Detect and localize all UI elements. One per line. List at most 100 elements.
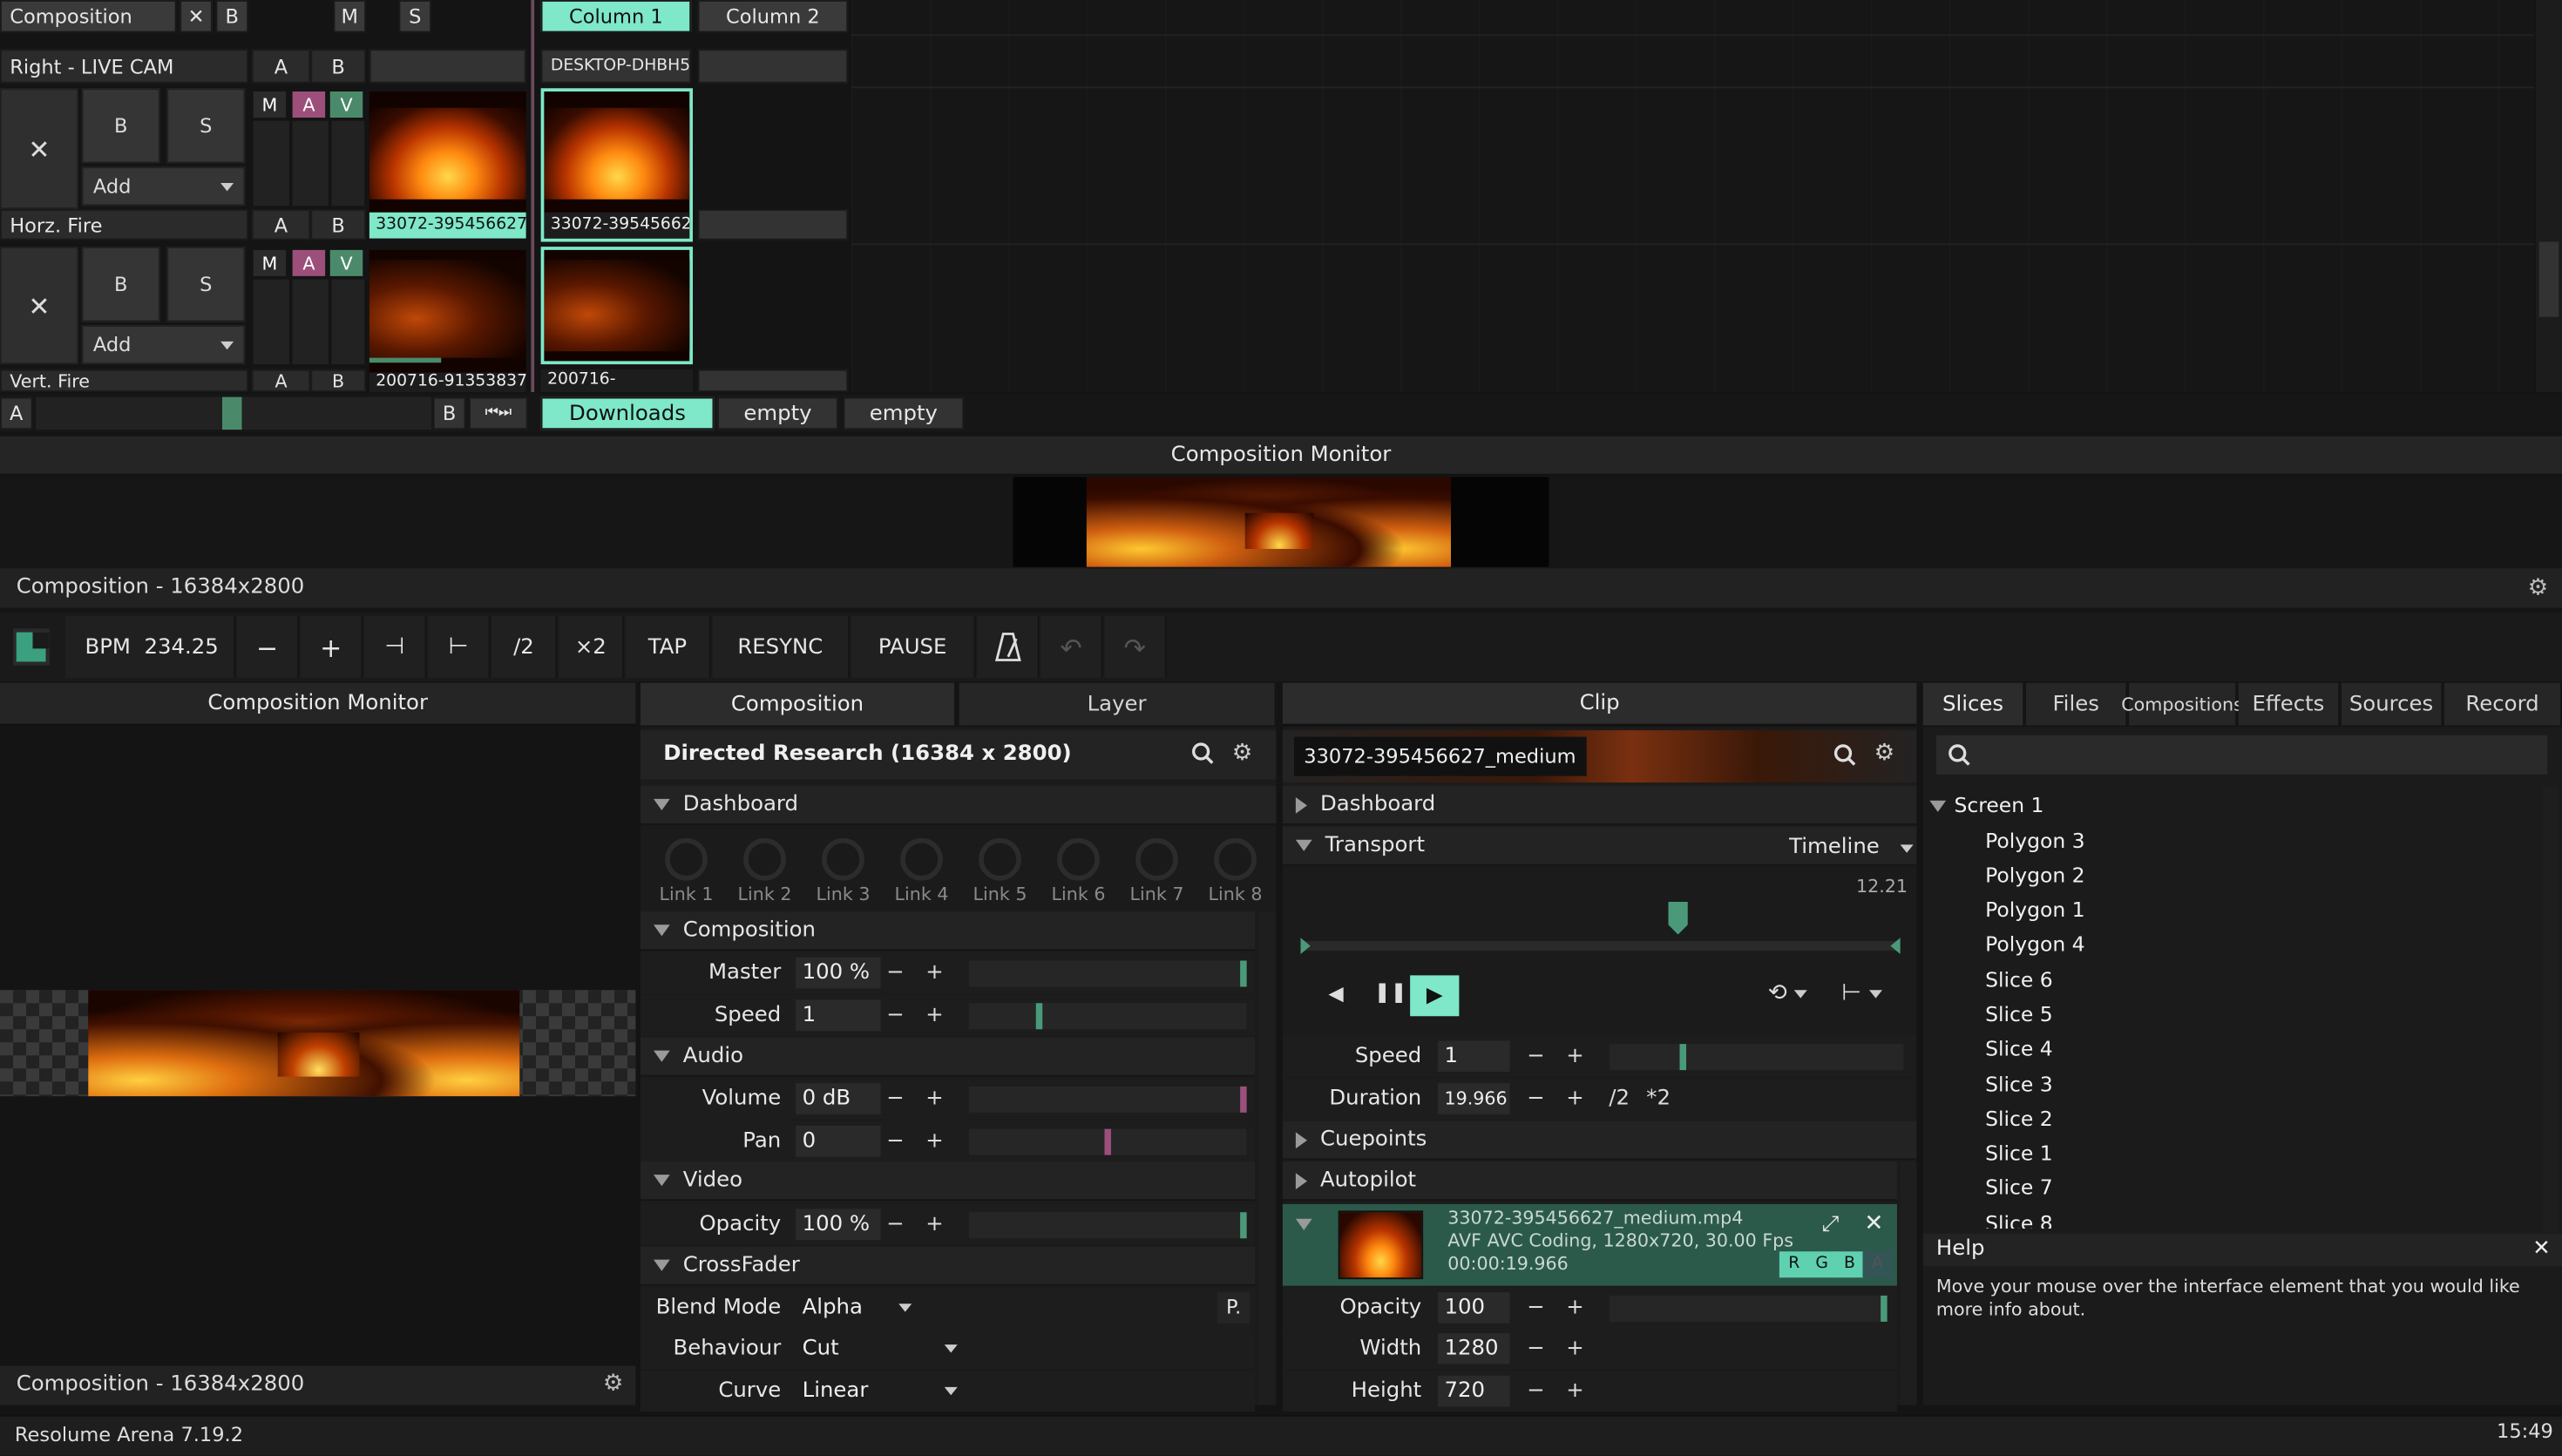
pause-icon[interactable]: ❚❚ bbox=[1374, 980, 1407, 1003]
tree-item[interactable]: Slice 4 bbox=[1985, 1031, 2053, 1065]
slider-handle[interactable] bbox=[1240, 1212, 1247, 1239]
timeline-dropdown[interactable]: Timeline bbox=[1789, 835, 1914, 859]
opacity-slider[interactable] bbox=[968, 1212, 1247, 1239]
plus-button[interactable]: + bbox=[1563, 1333, 1586, 1365]
mute-button[interactable]: M bbox=[333, 0, 366, 33]
minus-button[interactable]: − bbox=[1524, 1292, 1547, 1324]
tempo-indicator[interactable] bbox=[13, 628, 50, 666]
pan-slider[interactable] bbox=[968, 1128, 1247, 1155]
volume-slider[interactable] bbox=[968, 1086, 1247, 1113]
layer-b-button[interactable]: B bbox=[310, 209, 366, 240]
expand-icon[interactable]: ⤢ bbox=[1822, 1212, 1840, 1236]
master-value[interactable]: 100 % bbox=[796, 957, 881, 989]
bpm-value[interactable]: 234.25 bbox=[144, 634, 218, 659]
slider-handle[interactable] bbox=[1034, 1003, 1042, 1030]
composition-label[interactable]: Composition bbox=[0, 0, 177, 33]
slider-handle[interactable] bbox=[1679, 1044, 1686, 1071]
layer-m-button[interactable]: M bbox=[253, 249, 287, 276]
crossfader-handle[interactable] bbox=[222, 396, 242, 430]
gear-icon[interactable]: ⚙ bbox=[603, 1371, 624, 1397]
clip-thumb-horz-2-active[interactable]: 33072-395456627... bbox=[540, 88, 693, 242]
undo-icon[interactable]: ↶ bbox=[1040, 615, 1103, 679]
section-dashboard[interactable]: Dashboard bbox=[640, 785, 1277, 825]
layer-a-button[interactable]: A bbox=[251, 369, 311, 392]
section-video[interactable]: Video bbox=[640, 1161, 1255, 1202]
layer-bypass-button[interactable]: B bbox=[81, 247, 160, 322]
channel-g-button[interactable]: G bbox=[1806, 1251, 1837, 1278]
clip-opacity-value[interactable]: 100 % bbox=[1438, 1292, 1510, 1351]
layer-audio-button[interactable]: A bbox=[292, 91, 326, 118]
timeline-track[interactable] bbox=[1304, 941, 1899, 951]
minus-button[interactable]: − bbox=[884, 1209, 906, 1241]
minus-button[interactable]: − bbox=[884, 1126, 906, 1157]
blend-mode-dropdown[interactable]: Alpha bbox=[796, 1292, 913, 1324]
bpm-plus-button[interactable]: + bbox=[301, 615, 363, 679]
deck-nav-icons[interactable]: ⏮⏭ bbox=[469, 396, 528, 430]
redo-icon[interactable]: ↷ bbox=[1104, 615, 1167, 679]
composition-scrollbar[interactable] bbox=[1257, 911, 1277, 1405]
grid-scrollbar[interactable] bbox=[2536, 0, 2562, 392]
close-icon[interactable]: ✕ bbox=[180, 0, 213, 33]
minus-button[interactable]: − bbox=[1524, 1083, 1547, 1114]
channel-a-button[interactable]: A bbox=[1862, 1251, 1893, 1278]
duration-half-button[interactable]: /2 bbox=[1603, 1083, 1636, 1114]
add-effect-dropdown[interactable]: Add bbox=[81, 166, 246, 207]
tree-item[interactable]: Slice 1 bbox=[1985, 1135, 2053, 1169]
bpm-field[interactable]: BPM 234.25 bbox=[65, 615, 235, 679]
slider-handle[interactable] bbox=[1881, 1295, 1888, 1322]
gear-icon[interactable]: ⚙ bbox=[2528, 575, 2549, 601]
resync-button[interactable]: RESYNC bbox=[712, 615, 850, 679]
tab-record[interactable]: Record bbox=[2444, 682, 2562, 726]
close-icon[interactable]: ✕ bbox=[2532, 1236, 2550, 1261]
plus-button[interactable]: + bbox=[1563, 1376, 1586, 1407]
plus-button[interactable]: + bbox=[1563, 1292, 1586, 1324]
layer-video-button[interactable]: V bbox=[329, 91, 363, 118]
tree-item[interactable]: Slice 2 bbox=[1985, 1101, 2053, 1135]
clip-slot-empty[interactable] bbox=[369, 49, 526, 84]
layer-solo-button[interactable]: S bbox=[166, 88, 246, 164]
section-audio[interactable]: Audio bbox=[640, 1037, 1255, 1077]
bpm-half-button[interactable]: /2 bbox=[491, 615, 558, 679]
clear-layer-button[interactable]: ✕ bbox=[0, 247, 78, 365]
height-value[interactable]: 720 bbox=[1438, 1375, 1510, 1407]
clip-thumb-vert-2-active[interactable] bbox=[540, 247, 693, 365]
slider-handle[interactable] bbox=[1240, 1086, 1247, 1113]
tab-sources[interactable]: Sources bbox=[2341, 682, 2443, 726]
section-clip-dashboard[interactable]: Dashboard bbox=[1282, 785, 1917, 825]
pause-button[interactable]: PAUSE bbox=[851, 615, 976, 679]
minus-button[interactable]: − bbox=[884, 1000, 906, 1032]
bpm-minus-button[interactable]: − bbox=[236, 615, 300, 679]
minus-button[interactable]: − bbox=[884, 958, 906, 989]
minus-button[interactable]: − bbox=[1524, 1040, 1547, 1072]
solo-button[interactable]: S bbox=[398, 0, 431, 33]
clip-slot-empty[interactable] bbox=[697, 369, 849, 392]
play-forward-icon[interactable]: ▶ bbox=[1410, 975, 1460, 1017]
crossfader-track[interactable] bbox=[36, 396, 431, 430]
link-knob[interactable] bbox=[1057, 837, 1100, 881]
metronome-icon[interactable] bbox=[977, 615, 1040, 679]
plus-button[interactable]: + bbox=[923, 1000, 946, 1032]
clear-layer-button[interactable]: ✕ bbox=[0, 88, 78, 209]
pan-value[interactable]: 0 bbox=[796, 1125, 881, 1157]
grid-scroll-thumb[interactable] bbox=[2538, 241, 2559, 317]
file-source[interactable]: 33072-395456627_medium.mp4 AVF AVC Codin… bbox=[1282, 1203, 1897, 1286]
section-autopilot[interactable]: Autopilot bbox=[1282, 1161, 1897, 1202]
clip-thumb-horz-1[interactable]: 33072-395456627_... bbox=[369, 91, 526, 239]
tab-files[interactable]: Files bbox=[2026, 682, 2128, 726]
loop-mode-icon[interactable]: ⟲ bbox=[1768, 980, 1808, 1006]
layer-name-horz-fire[interactable]: Horz. Fire bbox=[0, 209, 248, 240]
plus-button[interactable]: + bbox=[1563, 1083, 1586, 1114]
minus-button[interactable]: − bbox=[1524, 1376, 1547, 1407]
minus-button[interactable]: − bbox=[1524, 1333, 1547, 1365]
section-composition[interactable]: Composition bbox=[640, 911, 1255, 951]
tree-item[interactable]: Polygon 2 bbox=[1985, 857, 2084, 891]
tree-item[interactable]: Polygon 4 bbox=[1985, 926, 2084, 960]
link-knob[interactable] bbox=[1135, 837, 1178, 881]
plus-button[interactable]: + bbox=[1563, 1040, 1586, 1072]
layer-b-button[interactable]: B bbox=[310, 369, 366, 392]
section-crossfader[interactable]: CrossFader bbox=[640, 1246, 1255, 1286]
tab-compositions[interactable]: Compositions bbox=[2121, 682, 2243, 726]
tree-item[interactable]: Slice 8 bbox=[1985, 1206, 2053, 1229]
nudge-left-icon[interactable]: ⊣ bbox=[364, 615, 427, 679]
plus-button[interactable]: + bbox=[923, 1083, 946, 1114]
